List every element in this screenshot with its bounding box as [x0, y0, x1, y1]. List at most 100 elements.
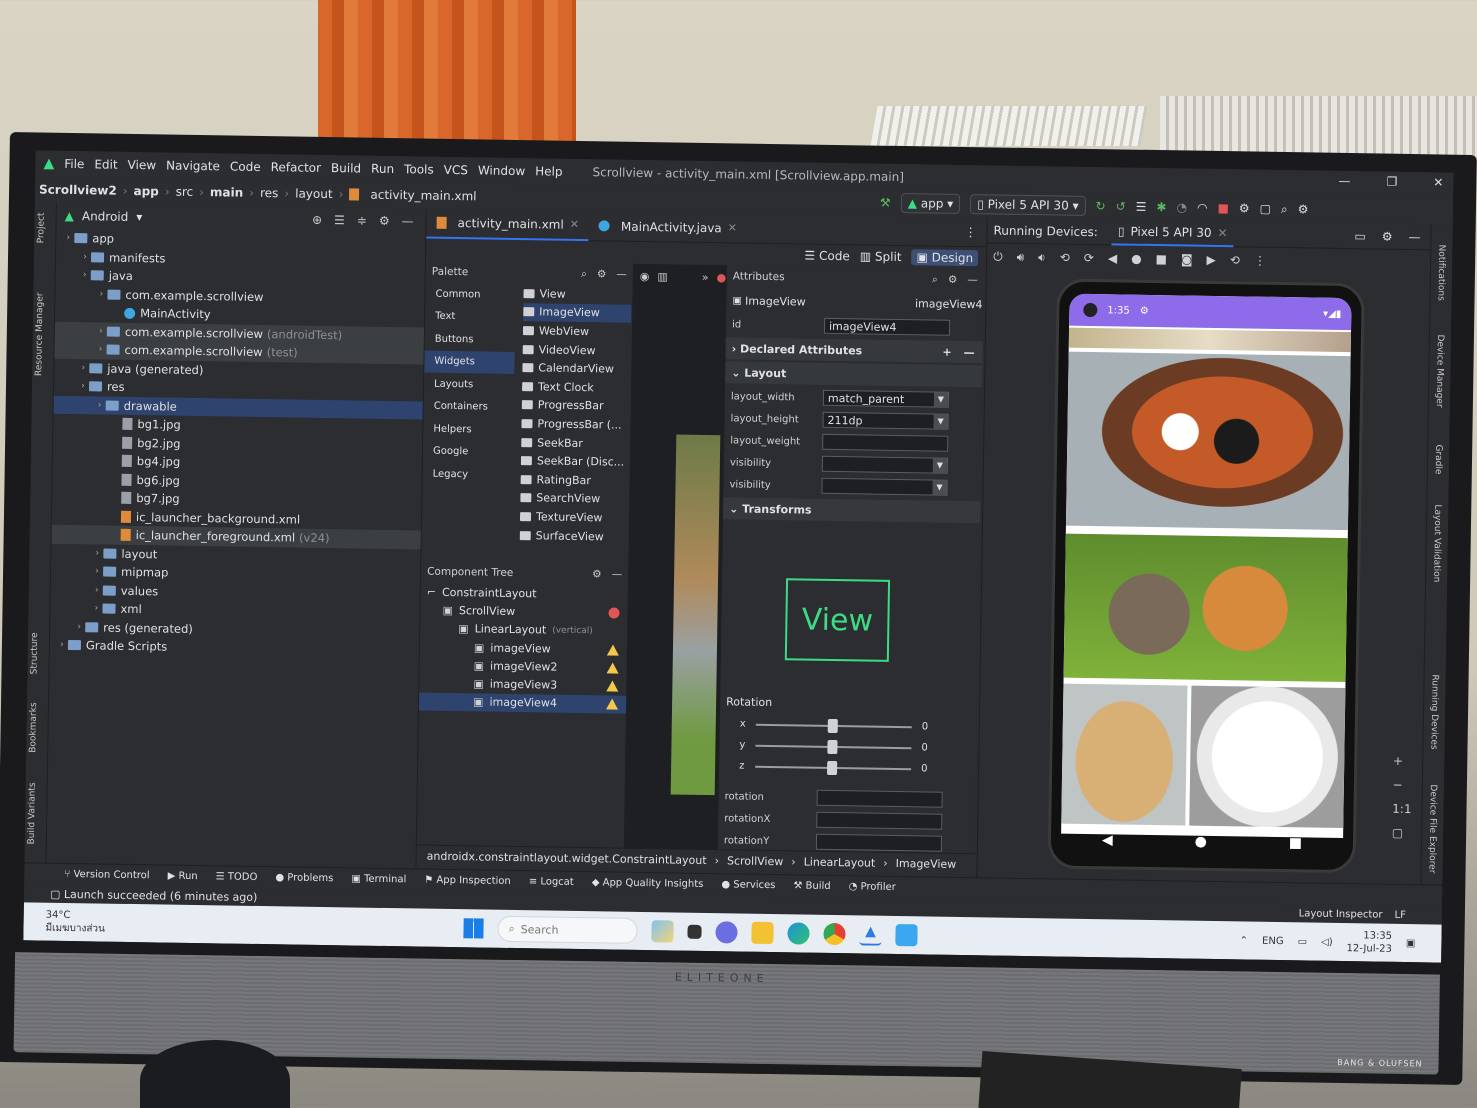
eye-icon[interactable]: ◉ — [640, 270, 650, 283]
fit-screen-icon[interactable]: ▢ — [1392, 826, 1412, 840]
tool-terminal[interactable]: ▣ Terminal — [351, 873, 406, 885]
declared-attributes-section[interactable]: › Declared Attributes + — — [725, 337, 983, 364]
breadcrumb-project[interactable]: Scrollview2 — [39, 182, 117, 197]
palette-category[interactable]: Layouts — [424, 373, 514, 397]
restore-icon[interactable]: ❐ — [1386, 175, 1397, 189]
slider-handle[interactable] — [827, 739, 838, 754]
tab-activity-main[interactable]: activity_main.xml ✕ — [426, 208, 590, 241]
palette-item[interactable]: SurfaceView — [519, 526, 628, 546]
tool-app-quality-insights[interactable]: ◆ App Quality Insights — [592, 877, 704, 890]
volume-down-icon[interactable]: 🔉︎ — [1038, 250, 1046, 265]
power-icon[interactable]: ⏻ — [993, 249, 1003, 264]
menu-help[interactable]: Help — [535, 164, 563, 178]
search-icon[interactable]: ⌕ — [932, 273, 938, 286]
hide-icon[interactable]: — — [612, 569, 623, 581]
gear-icon[interactable]: ⚙ — [379, 214, 390, 228]
camera-icon[interactable]: ◙ — [1181, 252, 1193, 266]
chevron-icon[interactable]: › — [91, 585, 103, 595]
back-icon[interactable]: ◀ — [1102, 832, 1113, 848]
design-mode-button[interactable]: ▣ Design — [911, 249, 979, 267]
task-view-icon[interactable] — [687, 924, 702, 939]
hide-icon[interactable]: — — [967, 274, 978, 287]
chevron-down-icon[interactable]: ▼ — [932, 458, 947, 473]
slider-handle[interactable] — [827, 718, 838, 733]
menu-build[interactable]: Build — [331, 161, 361, 175]
gear-icon[interactable]: ⚙ — [1382, 229, 1393, 243]
phone-screen[interactable]: 1:35 ⚙ ▾◢▮ — [1061, 293, 1352, 839]
path-item[interactable]: ScrollView — [727, 854, 783, 868]
search-everywhere-icon[interactable]: ⌕ — [1281, 201, 1288, 216]
warning-icon[interactable] — [606, 643, 620, 656]
menu-file[interactable]: File — [64, 157, 84, 171]
record-icon[interactable]: ▶ — [1206, 253, 1215, 267]
overview-icon[interactable]: ■ — [1156, 252, 1168, 266]
notification-icon[interactable]: ▣ — [1406, 938, 1416, 949]
path-item[interactable]: androidx.constraintlayout.widget.Constra… — [427, 850, 707, 867]
menu-refactor[interactable]: Refactor — [271, 160, 322, 175]
zoom-out-icon[interactable]: − — [1392, 778, 1412, 792]
android-studio-icon[interactable]: ▲ — [859, 923, 882, 946]
locate-icon[interactable]: ⊕ — [312, 213, 322, 227]
minimize-icon[interactable]: — — [1338, 174, 1350, 188]
chevron-down-icon[interactable]: ▼ — [933, 392, 949, 407]
tool-problems[interactable]: ● Problems — [275, 872, 333, 884]
id-field[interactable]: imageView4 — [823, 317, 951, 336]
rotate-right-icon[interactable]: ⟳ — [1084, 251, 1094, 265]
search-icon[interactable]: ⌕ — [581, 267, 587, 280]
menu-view[interactable]: View — [128, 158, 157, 172]
palette-item[interactable]: SearchView — [520, 489, 628, 509]
palette-category[interactable]: Legacy — [423, 463, 513, 487]
edge-icon[interactable] — [787, 922, 810, 945]
blueprint-icon[interactable]: ▥ — [657, 270, 668, 283]
tool-layout-validation[interactable]: Layout Validation — [1431, 504, 1442, 582]
path-item[interactable]: ImageView — [896, 857, 957, 871]
warning-icon[interactable] — [605, 698, 619, 711]
attr-field[interactable]: 211dp ▼ — [822, 411, 949, 430]
tool-build[interactable]: ⚒ Build — [793, 880, 830, 892]
chevron-down-icon[interactable]: ▼ — [932, 480, 947, 495]
attr-field[interactable]: match_parent ▼ — [822, 389, 950, 408]
home-icon[interactable]: ● — [1131, 252, 1142, 266]
menu-edit[interactable]: Edit — [94, 157, 117, 171]
tab-main-activity[interactable]: MainActivity.java ✕ — [589, 211, 747, 243]
palette-category[interactable]: Google — [423, 440, 513, 464]
weather-widget[interactable]: 34°C มีเมฆบางส่วน — [45, 909, 105, 936]
actual-size-icon[interactable]: 1:1 — [1392, 802, 1412, 816]
apply-changes-icon[interactable]: ↺ — [1116, 199, 1126, 213]
rotation-input[interactable] — [816, 789, 943, 808]
tool-profiler[interactable]: ◔ Profiler — [849, 881, 896, 893]
breadcrumb-res[interactable]: res — [260, 186, 279, 200]
palette-category[interactable]: Buttons — [425, 328, 515, 352]
sdk-manager-icon[interactable]: ▢ — [1260, 202, 1272, 216]
palette-item[interactable]: Text Clock — [521, 377, 630, 397]
warning-icon[interactable] — [606, 680, 619, 692]
tool-resource-manager[interactable]: Resource Manager — [34, 292, 45, 376]
gear-icon[interactable]: ⚙ — [597, 268, 607, 281]
tool-logcat[interactable]: ≡ Logcat — [529, 876, 574, 888]
menu-window[interactable]: Window — [478, 163, 526, 178]
menu-vcs[interactable]: VCS — [444, 163, 468, 177]
zoom-in-icon[interactable]: + — [1393, 754, 1413, 768]
hide-icon[interactable]: — — [1408, 229, 1420, 243]
debug-icon[interactable]: ✱ — [1156, 200, 1166, 214]
avd-icon[interactable]: ⚙ — [1239, 201, 1250, 215]
volume-up-icon[interactable]: 🔊︎ — [1017, 249, 1025, 264]
error-icon[interactable] — [608, 607, 620, 619]
run-config-select[interactable]: ▲ app ▾ — [900, 193, 961, 214]
tool-run[interactable]: ▶ Run — [168, 871, 198, 882]
home-icon[interactable]: ● — [1195, 834, 1207, 850]
rotate-left-icon[interactable]: ⟲ — [1060, 251, 1070, 265]
palette-item[interactable]: CalendarView — [522, 358, 630, 378]
chevron-icon[interactable]: › — [91, 548, 103, 558]
project-view-select[interactable]: Android — [82, 209, 129, 224]
palette-item[interactable]: ImageView — [523, 302, 632, 323]
attr-field[interactable]: ▼ — [821, 477, 948, 496]
stop-icon[interactable]: ■ — [1217, 201, 1229, 215]
slider-handle[interactable] — [827, 760, 838, 775]
tool-device-manager[interactable]: Device Manager — [1434, 334, 1445, 407]
tool-project[interactable]: Project — [36, 212, 46, 243]
breadcrumb-app[interactable]: app — [133, 184, 158, 198]
file-explorer-icon[interactable] — [751, 921, 774, 945]
tool-running-devices[interactable]: Running Devices — [1428, 674, 1439, 749]
profile-icon[interactable]: ◔ — [1176, 200, 1187, 214]
